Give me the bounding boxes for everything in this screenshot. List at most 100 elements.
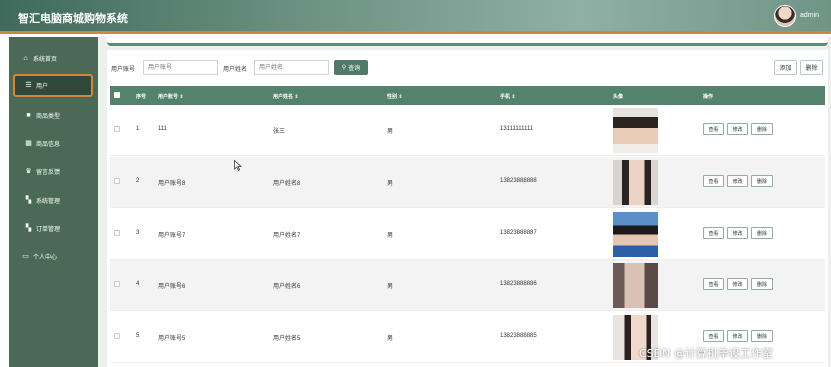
id-card-icon: ▭ bbox=[22, 252, 29, 260]
cell-gender: 男 bbox=[387, 336, 394, 342]
view-button[interactable]: 查看 bbox=[703, 227, 724, 239]
delete-button[interactable]: 删除 bbox=[751, 227, 773, 239]
admin-username[interactable]: admin bbox=[800, 12, 819, 19]
view-button[interactable]: 查看 bbox=[703, 123, 724, 135]
apps-icon: ▚ bbox=[25, 224, 32, 232]
batch-delete-button[interactable]: 删除 bbox=[800, 60, 823, 75]
row-checkbox[interactable] bbox=[114, 281, 120, 287]
cell-gender: 男 bbox=[387, 181, 394, 187]
cell-phone: 13823888887 bbox=[500, 230, 537, 236]
sidebar-item-orders[interactable]: ▚ 订单管理 bbox=[9, 218, 98, 238]
sidebar-item-product-types[interactable]: ■ 商品类型 bbox=[9, 105, 98, 125]
table-row: 2 用户账号8 用户姓名8 男 13823888888 查看 修改 删除 bbox=[110, 157, 825, 208]
row-checkbox[interactable] bbox=[114, 126, 120, 132]
cell-index: 4 bbox=[136, 281, 140, 287]
sidebar-item-label: 留言反馈 bbox=[36, 169, 61, 176]
name-label: 用户姓名 bbox=[223, 67, 248, 73]
column-header-phone[interactable]: 手机 ⇕ bbox=[500, 93, 516, 100]
cell-gender: 男 bbox=[387, 233, 394, 239]
cell-account: 用户账号8 bbox=[158, 181, 186, 187]
edit-button[interactable]: 修改 bbox=[727, 123, 748, 135]
edit-button[interactable]: 修改 bbox=[727, 227, 748, 239]
user-avatar-photo bbox=[613, 263, 658, 308]
search-icon: ⚲ bbox=[341, 65, 347, 71]
name-search-input[interactable] bbox=[254, 60, 329, 75]
table-row: 4 用户账号6 用户姓名6 男 13823888886 查看 修改 删除 bbox=[110, 260, 825, 311]
column-header-account[interactable]: 用户账号 ⇕ bbox=[158, 93, 184, 100]
box-icon: ■ bbox=[26, 111, 31, 119]
row-checkbox[interactable] bbox=[114, 230, 120, 236]
search-button[interactable]: ⚲ 查询 bbox=[334, 60, 368, 75]
edit-button[interactable]: 修改 bbox=[727, 330, 748, 342]
row-checkbox[interactable] bbox=[114, 178, 120, 184]
cell-phone: 13823888888 bbox=[500, 178, 537, 184]
add-button[interactable]: 添加 bbox=[774, 60, 797, 75]
sidebar-item-label: 个人中心 bbox=[33, 254, 58, 261]
cell-name: 用户姓名8 bbox=[273, 181, 301, 187]
cell-account: 用户账号7 bbox=[158, 233, 186, 239]
delete-button[interactable]: 删除 bbox=[751, 123, 773, 135]
column-header-gender[interactable]: 性别 ⇕ bbox=[387, 93, 403, 100]
cell-account: 111 bbox=[158, 126, 168, 132]
column-header-index: 序号 bbox=[136, 94, 147, 100]
account-label: 用户账号 bbox=[111, 67, 136, 73]
cell-name: 用户姓名5 bbox=[273, 336, 301, 342]
trophy-icon: ♛ bbox=[25, 167, 32, 175]
sidebar-item-label: 商品类型 bbox=[36, 113, 61, 120]
sidebar-item-label: 商品信息 bbox=[36, 141, 61, 148]
mouse-cursor-icon bbox=[234, 160, 242, 171]
cell-name: 用户姓名7 bbox=[273, 233, 301, 239]
column-header-avatar: 头像 bbox=[613, 94, 624, 100]
column-header-name[interactable]: 用户姓名 ⇕ bbox=[273, 93, 299, 100]
view-button[interactable]: 查看 bbox=[703, 330, 724, 342]
apps-icon: ▚ bbox=[25, 196, 32, 204]
cell-index: 1 bbox=[136, 126, 140, 132]
home-icon: ⌂ bbox=[23, 54, 28, 62]
watermark: CSDN @计算机毕设工作室 bbox=[639, 347, 773, 360]
avatar[interactable] bbox=[774, 5, 796, 27]
sidebar-item-label: 用户 bbox=[36, 84, 49, 90]
cell-index: 3 bbox=[136, 230, 140, 236]
table-row: 3 用户账号7 用户姓名7 男 13823888887 查看 修改 删除 bbox=[110, 209, 825, 260]
app-title: 智汇电脑商城购物系统 bbox=[18, 12, 128, 25]
column-header-actions: 操作 bbox=[703, 94, 714, 100]
sidebar-item-home[interactable]: ⌂ 系统首页 bbox=[9, 48, 98, 68]
top-header: 智汇电脑商城购物系统 admin bbox=[0, 0, 831, 34]
cell-phone: 13823888885 bbox=[500, 333, 537, 339]
account-search-input[interactable] bbox=[143, 60, 218, 75]
sidebar-item-system[interactable]: ▚ 系统管理 bbox=[9, 190, 98, 210]
row-checkbox[interactable] bbox=[114, 333, 120, 339]
edit-button[interactable]: 修改 bbox=[727, 278, 748, 290]
edit-button[interactable]: 修改 bbox=[727, 175, 748, 187]
cell-account: 用户账号6 bbox=[158, 284, 186, 290]
search-button-label: 查询 bbox=[348, 66, 361, 72]
user-avatar-photo bbox=[613, 160, 658, 205]
cell-account: 用户账号5 bbox=[158, 336, 186, 342]
sidebar-item-feedback[interactable]: ♛ 留言反馈 bbox=[9, 161, 98, 181]
cell-name: 张三 bbox=[273, 129, 286, 135]
select-all-checkbox[interactable] bbox=[114, 92, 120, 98]
sidebar-item-product-info[interactable]: ▦ 商品信息 bbox=[9, 133, 98, 153]
cell-phone: 13823888886 bbox=[500, 281, 537, 287]
sidebar-item-label: 系统首页 bbox=[33, 56, 58, 63]
sidebar-item-label: 订单管理 bbox=[36, 226, 61, 233]
cell-index: 5 bbox=[136, 333, 140, 339]
table-header: 序号 用户账号 ⇕ 用户姓名 ⇕ 性别 ⇕ 手机 ⇕ 头像 操作 bbox=[110, 86, 825, 105]
table-row: 1 111 张三 男 13111111111 查看 修改 删除 bbox=[110, 105, 825, 156]
delete-button[interactable]: 删除 bbox=[751, 278, 773, 290]
sidebar-item-users[interactable]: ☰ 用户 bbox=[13, 74, 93, 97]
user-avatar-photo bbox=[613, 212, 658, 257]
cell-name: 用户姓名6 bbox=[273, 284, 301, 290]
breadcrumb-strip bbox=[107, 37, 828, 46]
sidebar-item-label: 系统管理 bbox=[36, 198, 61, 205]
cell-gender: 男 bbox=[387, 129, 394, 135]
sidebar-item-profile[interactable]: ▭ 个人中心 bbox=[9, 246, 98, 266]
cell-index: 2 bbox=[136, 178, 140, 184]
cell-gender: 男 bbox=[387, 284, 394, 290]
view-button[interactable]: 查看 bbox=[703, 278, 724, 290]
grid-icon: ▦ bbox=[25, 139, 32, 147]
sidebar: ⌂ 系统首页 ☰ 用户 ■ 商品类型 ▦ 商品信息 ♛ 留言反馈 ▚ 系统管理 … bbox=[9, 37, 98, 367]
view-button[interactable]: 查看 bbox=[703, 175, 724, 187]
delete-button[interactable]: 删除 bbox=[751, 175, 773, 187]
delete-button[interactable]: 删除 bbox=[751, 330, 773, 342]
